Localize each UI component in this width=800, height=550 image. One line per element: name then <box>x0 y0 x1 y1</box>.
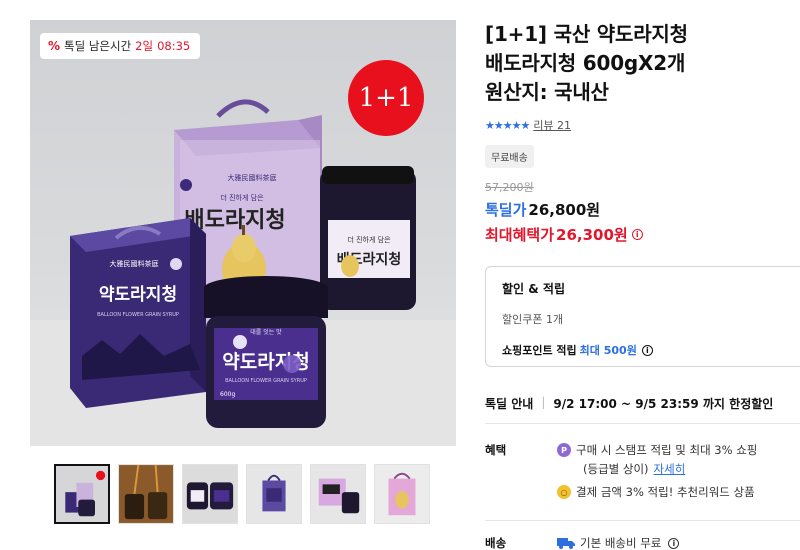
left-box-brand-text: 大雅民國料茶庭 <box>110 259 159 268</box>
point-coin-icon: P <box>557 443 571 457</box>
coupon-count[interactable]: 할인쿠폰 1개 <box>502 311 798 327</box>
thumbnail-strip <box>54 464 430 524</box>
shopping-points-row: 쇼핑포인트 적립 최대 500원 i <box>502 342 798 358</box>
product-info-panel: [1+1] 국산 약도라지청 배도라지청 600gX2개 원산지: 국내산 ★★… <box>485 20 800 245</box>
timer-time: 08:35 <box>157 39 191 53</box>
points-value: 최대 500원 <box>579 344 637 357</box>
product-title: [1+1] 국산 약도라지청 배도라지청 600gX2개 원산지: 국내산 <box>485 22 688 104</box>
info-icon[interactable]: i <box>631 229 643 240</box>
large-box-brand-text: 大雅民國料茶庭 <box>228 173 277 182</box>
thumbnail-3[interactable] <box>182 464 238 524</box>
timer-days: 2일 <box>135 39 154 53</box>
deal-info-value: 9/2 17:00 ~ 9/5 23:59 까지 한정할인 <box>553 397 774 411</box>
thumbnail-2[interactable] <box>118 464 174 524</box>
shipping-info-icon[interactable]: i <box>668 537 680 549</box>
shipping-label: 배송 <box>485 536 507 550</box>
thumbnail-4[interactable] <box>246 464 302 524</box>
deal-timer-badge: % 톡딜 남은시간 2일 08:35 <box>40 33 201 59</box>
points-label: 쇼핑포인트 적립 <box>502 344 577 357</box>
max-benefit-value: 26,300원 <box>556 226 628 244</box>
deal-price-row: 톡딜가 26,800원 <box>485 199 800 220</box>
benefit-line3: 결제 금액 3% 적립! 추천리워드 상품 <box>576 485 755 499</box>
original-price: 57,200원 <box>485 181 534 194</box>
front-jar-sub-text: BALLOON FLOWER GRAIN SYRUP <box>225 378 307 384</box>
review-count-link[interactable]: 리뷰 21 <box>533 117 571 133</box>
deal-info-row: 톡딜 안내 | 9/2 17:00 ~ 9/5 23:59 까지 한정할인 <box>485 395 773 412</box>
shipping-value: 기본 배송비 무료 <box>580 536 662 550</box>
shipping-row: 기본 배송비 무료 i <box>557 535 680 550</box>
discount-heading: 할인 & 적립 <box>502 282 565 296</box>
benefit-reward-row: ○ 결제 금액 3% 적립! 추천리워드 상품 <box>557 484 755 500</box>
divider <box>485 423 800 424</box>
main-product-image[interactable]: 大雅民國料茶庭 더 진하게 담은 배도라지청 더 진하게 담은 배도라지청 大雅… <box>30 20 456 446</box>
deal-price-value: 26,800원 <box>528 201 601 219</box>
divider <box>485 520 800 521</box>
one-plus-one-badge: 1+1 <box>348 60 424 136</box>
timer-prefix: 톡딜 남은시간 <box>64 39 132 53</box>
large-box-tagline-text: 더 진하게 담은 <box>220 193 264 202</box>
left-box-name-text: 약도라지청 <box>99 284 177 305</box>
rating-row: ★★★★★ 리뷰 21 <box>485 117 800 133</box>
deal-info-separator: | <box>541 395 546 409</box>
right-jar-tagline-text: 더 진하게 담은 <box>347 235 391 244</box>
benefit-label: 혜택 <box>485 443 507 457</box>
free-shipping-badge: 무료배송 <box>485 145 534 168</box>
reward-coin-icon: ○ <box>557 485 571 499</box>
deal-price-label: 톡딜가 <box>485 201 527 219</box>
percent-icon: % <box>48 39 61 53</box>
front-jar-weight-text: 600g <box>220 391 235 398</box>
deal-info-label: 톡딜 안내 <box>485 397 534 411</box>
benefit-line2-prefix: (등급별 상이) <box>583 462 649 476</box>
thumbnail-6[interactable] <box>374 464 430 524</box>
discount-points-box: 할인 & 적립 할인쿠폰 1개 쇼핑포인트 적립 최대 500원 i <box>485 266 800 367</box>
thumbnail-1[interactable] <box>54 464 110 524</box>
thumbnail-5[interactable] <box>310 464 366 524</box>
left-box-sub-text: BALLOON FLOWER GRAIN SYRUP <box>97 312 179 318</box>
points-info-icon[interactable]: i <box>641 344 653 356</box>
star-rating-icon: ★★★★★ <box>485 118 530 132</box>
truck-icon <box>557 538 575 549</box>
max-benefit-label: 최대혜택가 <box>485 226 555 244</box>
benefit-grade-row: (등급별 상이) 자세히 <box>583 461 685 477</box>
max-benefit-price-row[interactable]: 최대혜택가 26,300원 i <box>485 224 800 245</box>
front-jar-tagline-text: 대를 잇는 맛 <box>250 328 282 336</box>
benefit-line1: 구매 시 스탬프 적립 및 최대 3% 쇼핑 <box>576 443 758 457</box>
benefit-details-link[interactable]: 자세히 <box>654 461 686 477</box>
benefit-stamp-row: P 구매 시 스탬프 적립 및 최대 3% 쇼핑 <box>557 442 757 458</box>
